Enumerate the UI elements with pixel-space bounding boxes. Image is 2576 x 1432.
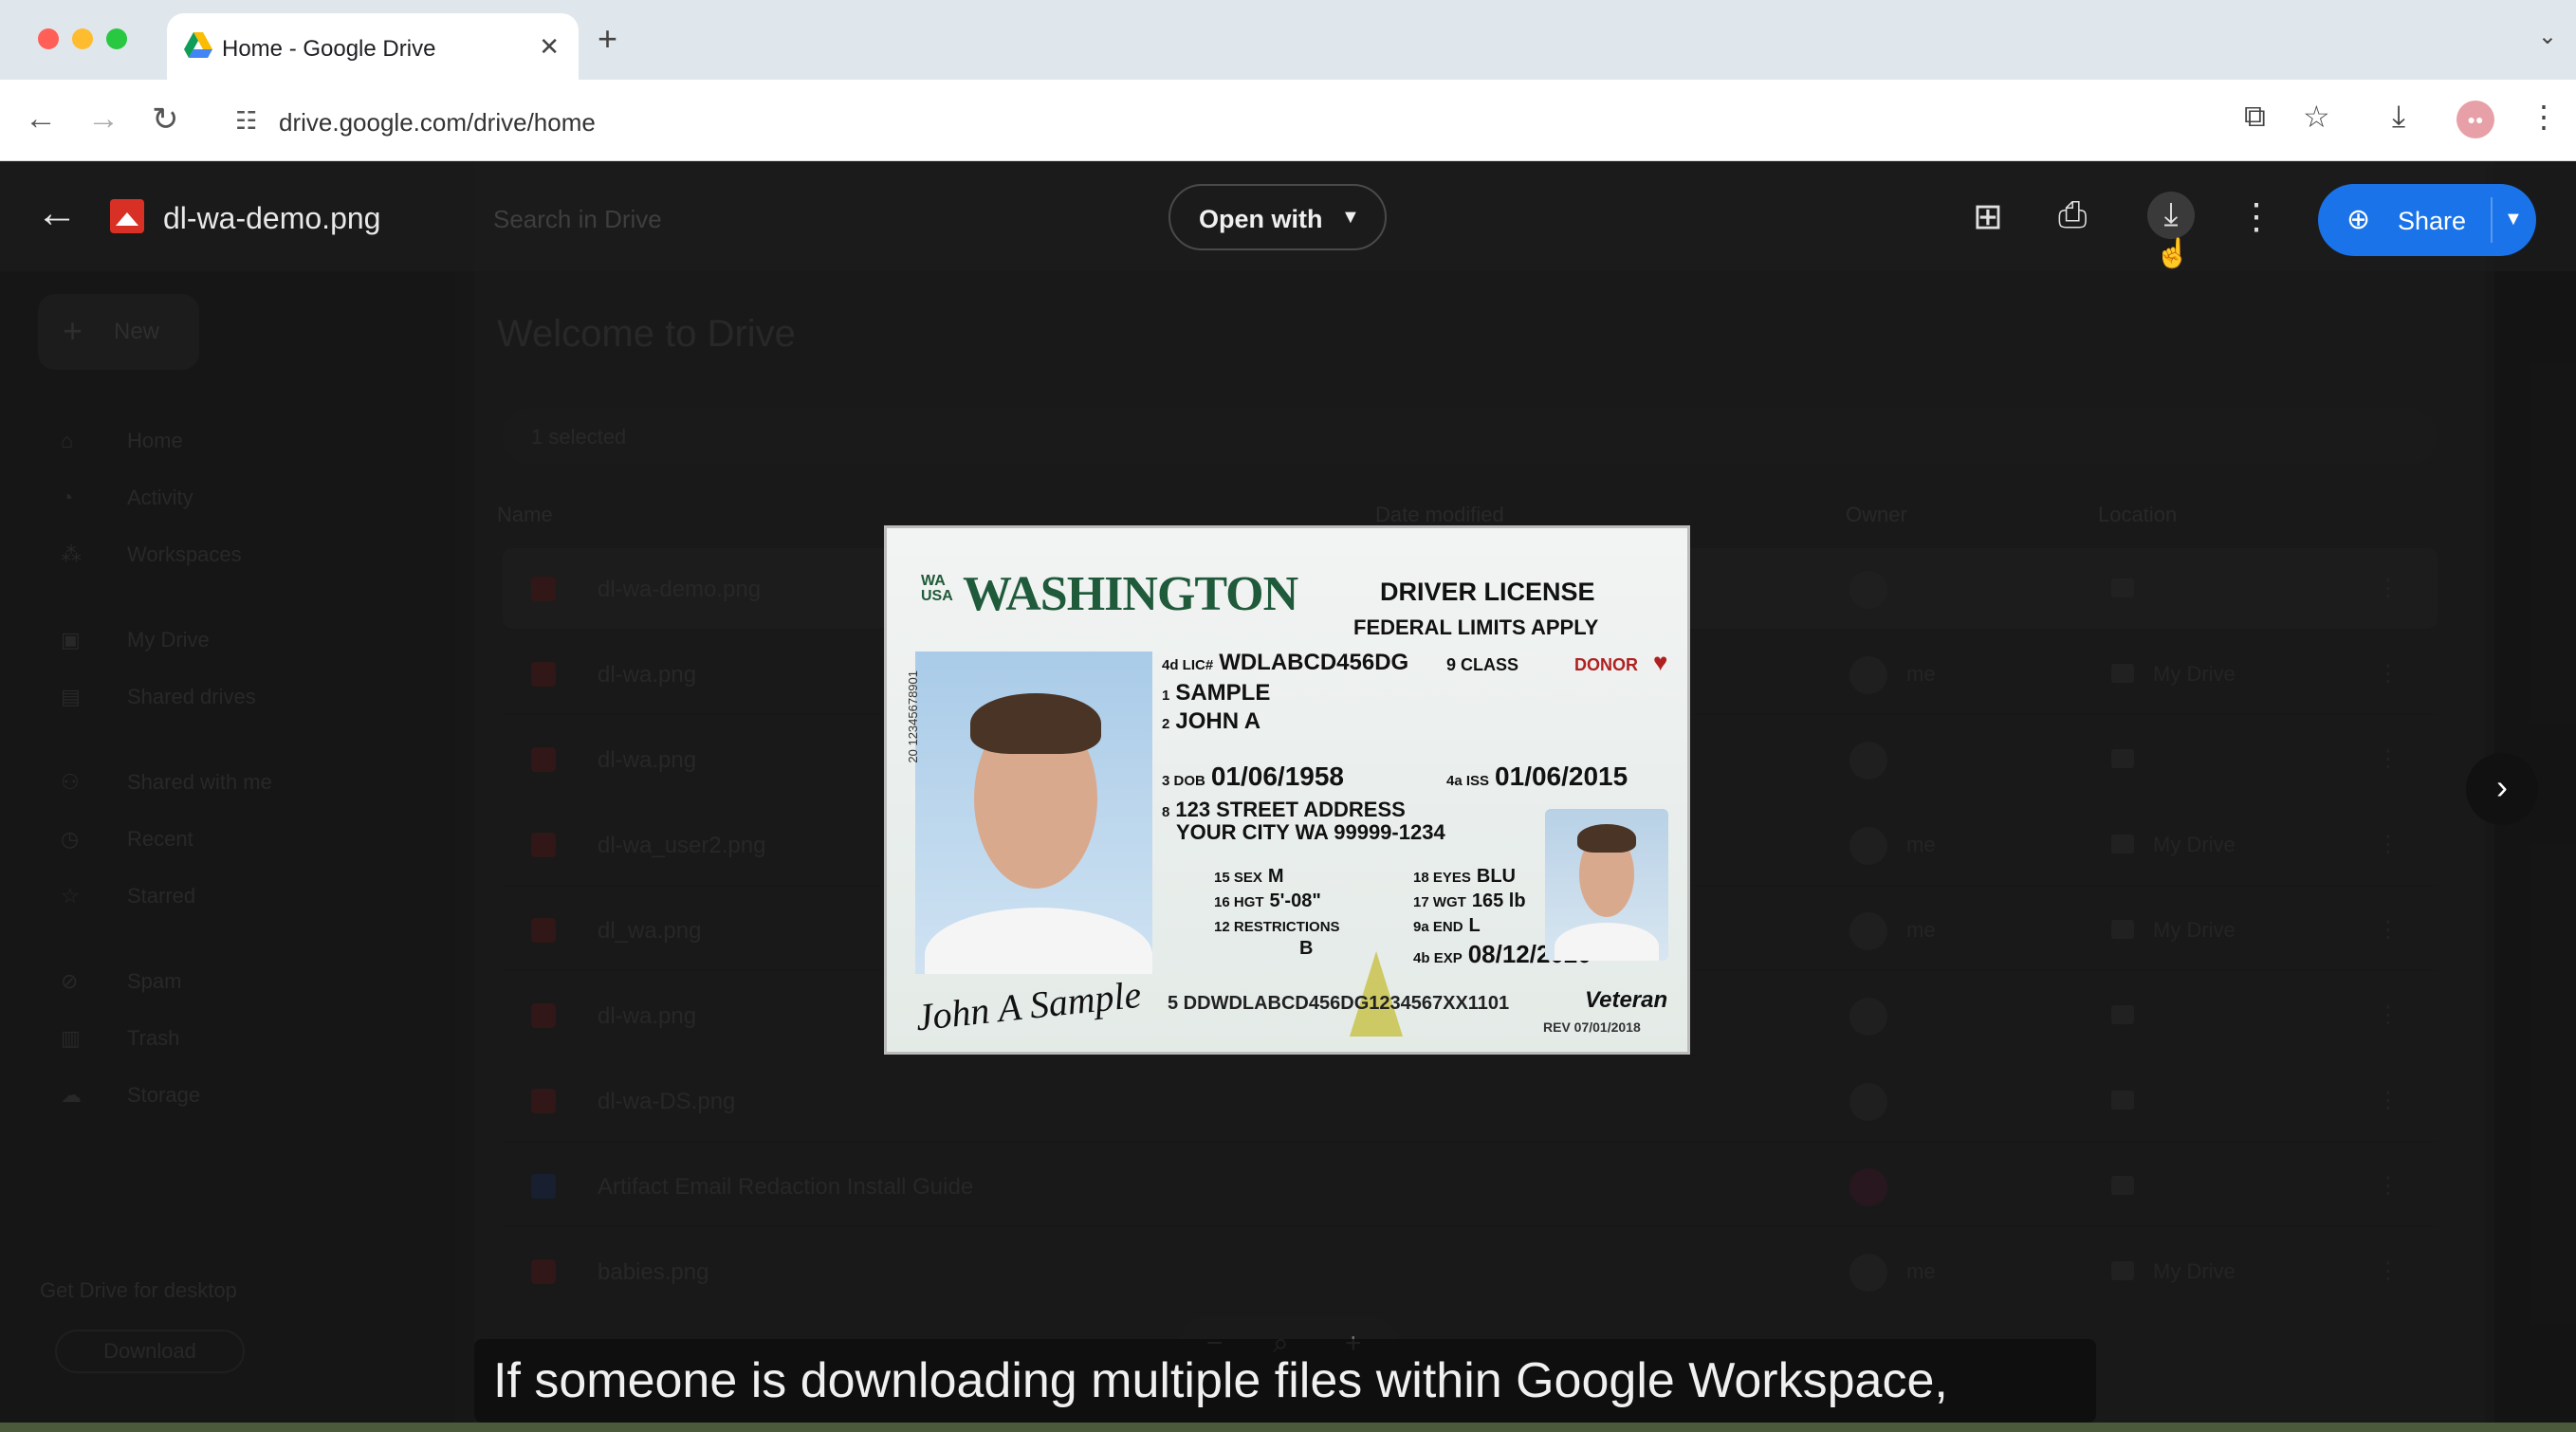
close-viewer-arrow-icon[interactable]: ← (36, 190, 78, 237)
download-icon[interactable]: ⤓ (2147, 192, 2195, 239)
license-dd-number: 5 DDWDLABCD456DG1234567XX1101 (1168, 993, 1510, 1014)
license-restrictions-value: B (1299, 938, 1314, 959)
browser-tab-bar: Home - Google Drive ✕ + ⌄ (0, 0, 2576, 80)
license-vertical-number: 20 12345678901 (906, 670, 920, 763)
forward-arrow-icon[interactable]: → (87, 101, 120, 138)
bookmark-star-icon[interactable]: ☆ (2303, 99, 2330, 135)
url-text: drive.google.com/drive/home (279, 108, 596, 137)
install-app-icon[interactable]: ⧉ (2244, 99, 2266, 135)
license-state-abbr: WA USA (921, 573, 953, 604)
image-file-icon (110, 199, 144, 233)
tab-close-icon[interactable]: ✕ (539, 32, 560, 62)
license-ghost-photo (1545, 809, 1668, 961)
share-label: Share (2398, 207, 2467, 235)
more-vert-icon[interactable]: ⋮ (2238, 195, 2274, 238)
open-with-label: Open with (1199, 205, 1323, 233)
license-eyes: 18 EYES BLU (1413, 866, 1516, 887)
share-button[interactable]: ⊕ Share ▼ (2318, 184, 2536, 256)
license-sex: 15 SEX M (1214, 866, 1284, 887)
site-settings-icon[interactable]: ☷ (235, 106, 257, 136)
video-caption: If someone is downloading multiple files… (474, 1339, 2096, 1423)
new-tab-button[interactable]: + (598, 19, 617, 59)
address-bar[interactable]: ☷ drive.google.com/drive/home (216, 93, 2208, 148)
window-minimize-button[interactable] (72, 28, 93, 49)
caption-text: If someone is downloading multiple files… (493, 1353, 1948, 1408)
share-divider (2491, 197, 2493, 243)
search-input: Search in Drive (493, 205, 662, 233)
license-type: DRIVER LICENSE (1380, 578, 1595, 606)
window-close-button[interactable] (38, 28, 59, 49)
browser-toolbar: ← → ↻ ☷ drive.google.com/drive/home ⧉ ☆ … (0, 80, 2576, 161)
license-first-name: 2 JOHN A (1162, 708, 1261, 734)
tab-search-chevron-icon[interactable]: ⌄ (2538, 23, 2557, 50)
license-donor: DONOR (1574, 655, 1638, 674)
license-class: 9 CLASS (1446, 655, 1519, 674)
license-weight: 17 WGT 165 lb (1413, 890, 1526, 911)
back-arrow-icon[interactable]: ← (25, 101, 57, 138)
license-last-name: 1 SAMPLE (1162, 680, 1271, 706)
license-number: 4d LIC# WDLABCD456DG (1162, 650, 1409, 675)
open-with-button[interactable]: Open with ▼ (1168, 184, 1387, 250)
window-maximize-button[interactable] (106, 28, 127, 49)
caret-down-icon: ▼ (1341, 207, 1360, 228)
license-image-preview: WA USA WASHINGTON DRIVER LICENSE FEDERAL … (884, 525, 1690, 1055)
license-endorsements: 9a END L (1413, 915, 1481, 936)
license-issue-date: 4a ISS 01/06/2015 (1446, 762, 1628, 791)
print-icon[interactable]: ⎙ (2058, 195, 2087, 236)
mouse-pointer-icon: ☝ (2155, 238, 2191, 269)
next-file-chevron-icon[interactable]: › (2466, 753, 2538, 825)
license-address-2: YOUR CITY WA 99999-1234 (1176, 820, 1445, 844)
viewer-file-name: dl-wa-demo.png (163, 201, 381, 235)
caret-down-icon[interactable]: ▼ (2504, 209, 2523, 230)
license-veteran: Veteran (1585, 987, 1668, 1013)
heart-icon: ♥ (1653, 648, 1668, 676)
browser-tab[interactable]: Home - Google Drive ✕ (167, 13, 579, 80)
license-signature: John A Sample (913, 972, 1144, 1039)
browser-menu-icon[interactable]: ⋮ (2529, 99, 2559, 135)
downloads-icon[interactable]: ⤓ (2392, 99, 2405, 135)
add-comment-icon[interactable]: ⊞ (1973, 195, 2003, 238)
license-revision: REV 07/01/2018 (1543, 1019, 1641, 1035)
profile-avatar[interactable]: ●● (2456, 101, 2494, 138)
license-dob: 3 DOB 01/06/1958 (1162, 762, 1344, 791)
globe-icon: ⊕ (2346, 204, 2371, 235)
license-height: 16 HGT 5'-08" (1214, 890, 1321, 911)
license-photo (915, 652, 1152, 974)
google-drive-icon (184, 32, 212, 58)
license-state: WASHINGTON (963, 567, 1298, 621)
reload-icon[interactable]: ↻ (152, 101, 179, 138)
license-address-1: 8 123 STREET ADDRESS (1162, 798, 1406, 821)
desktop-strip (0, 1423, 2576, 1432)
license-federal: FEDERAL LIMITS APPLY (1353, 615, 1599, 639)
license-restrictions: 12 RESTRICTIONS (1214, 919, 1340, 935)
tab-title: Home - Google Drive (222, 36, 436, 62)
